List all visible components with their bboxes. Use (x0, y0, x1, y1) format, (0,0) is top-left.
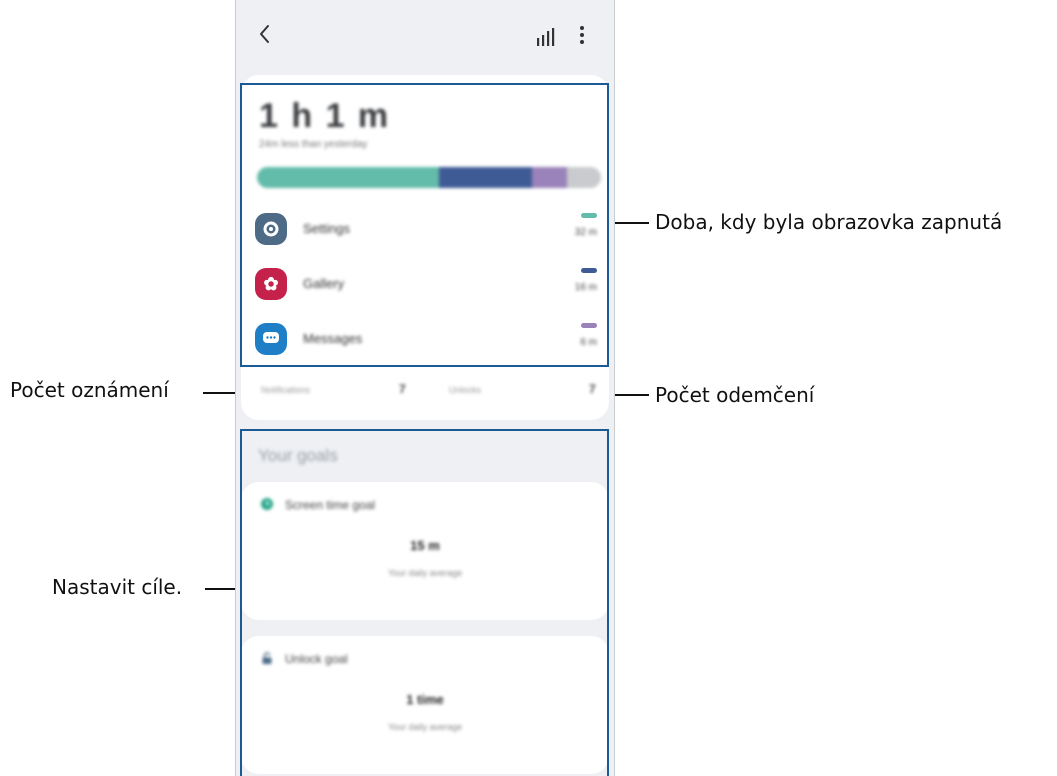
notifications-unlocks-row: Notifications 7 Unlocks 7 (259, 381, 599, 403)
callout-unlocks-leader (613, 394, 649, 396)
callout-set-goals-leader (205, 588, 237, 590)
callout-screen-on-time-leader (611, 222, 649, 224)
phone-screen: 1 h 1 m 24m less than yesterday Settings… (235, 0, 615, 776)
callout-notifications-count: Počet oznámení (10, 378, 169, 402)
app-bar (236, 0, 614, 72)
callout-set-goals: Nastavit cíle. (52, 575, 183, 599)
highlight-screen-on-time (240, 83, 609, 367)
unlocks-label: Unlocks (449, 385, 482, 395)
callout-unlocks-count: Počet odemčení (655, 383, 815, 407)
notifications-value: 7 (399, 382, 406, 396)
notifications-label: Notifications (261, 385, 311, 395)
more-vert-icon[interactable] (579, 25, 585, 45)
unlocks-value: 7 (589, 382, 596, 396)
highlight-goals (240, 429, 609, 776)
callout-notifications-leader (203, 392, 237, 394)
callout-screen-on-time: Doba, kdy byla obrazovka zapnutá (655, 210, 1003, 234)
chevron-left-icon[interactable] (256, 22, 274, 46)
bar-chart-icon[interactable] (536, 28, 556, 46)
